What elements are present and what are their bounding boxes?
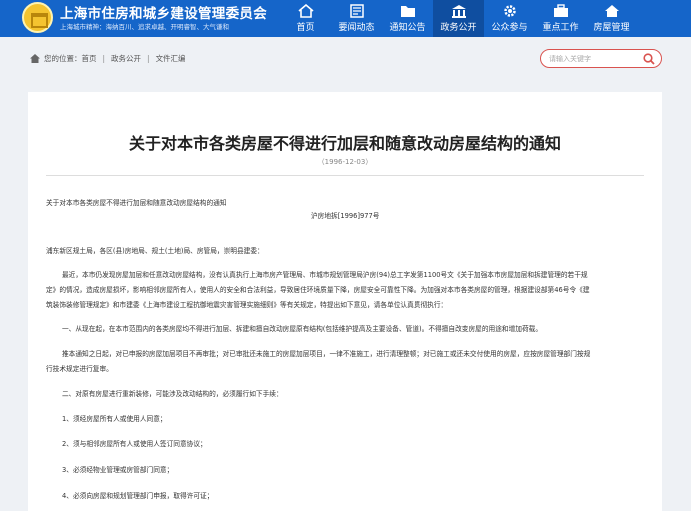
nav-item-label: 重点工作 [542,23,579,33]
nav-item-label: 要闻动态 [338,23,375,33]
breadcrumb-link-home[interactable]: 首页 [82,53,97,64]
breadcrumb: 您的位置： 首页 | 政务公开 | 文件汇编 [30,48,186,68]
list-item: 3、必须经物业管理或房管部门同意； [62,466,174,474]
search-box[interactable]: 请输入关键字 [540,49,662,68]
document-number: 沪房地拆[1996]977号 [311,212,380,220]
site-header: 上海市住房和城乡建设管理委员会 上海城市精神：海纳百川、追求卓越、开明睿智、大气… [0,0,691,37]
home-icon [297,4,314,18]
nav-item-home[interactable]: 首页 [280,0,331,37]
paragraph-line: 行技术规定进行复审。 [46,365,113,373]
search-icon[interactable] [643,53,655,65]
nav-item-label: 政务公开 [440,23,477,33]
home-icon [30,53,40,63]
document-heading: 关于对本市各类房屋不得进行加层和随意改动房屋结构的通知 [46,199,227,207]
list-item: 1、须经房屋所有人或使用人同意； [62,415,167,423]
paragraph-line: 二、对原有房屋进行重新装修，可能涉及改动结构的，必须履行如下手续： [62,390,283,398]
breadcrumb-link-government-affairs[interactable]: 政务公开 [111,53,141,64]
nav-item-label: 通知公告 [389,23,426,33]
document-addressee: 浦东新区规土局，各区(县)房地局、规土(土地)局、房管局，崇明县建委： [46,247,264,255]
briefcase-icon [553,4,568,17]
nav-item-housing-management[interactable]: 房屋管理 [586,0,637,37]
house-icon [604,5,619,17]
nav-item-news[interactable]: 要闻动态 [331,0,382,37]
paragraph-line: 定》的情况，造成房屋损坏，影响相邻房屋所有人，使用人的安全和合法利益，导致居住环… [46,286,590,294]
document-title: 关于对本市各类房屋不得进行加层和随意改动房屋结构的通知 [128,134,561,153]
nav-item-label: 首页 [296,23,315,33]
document-panel: 关于对本市各类房屋不得进行加层和随意改动房屋结构的通知 （1996-12-03）… [28,92,662,511]
nav-item-notices[interactable]: 通知公告 [382,0,433,37]
gear-icon [503,5,516,17]
emblem-logo[interactable] [22,2,53,33]
paragraph-line: 一、从现在起，在本市范围内的各类房屋均不得进行加层、拆建和擅自改动房屋原有结构(… [62,325,543,333]
newspaper-icon [349,4,364,18]
nav-item-label: 房屋管理 [593,23,630,33]
main-nav: 首页 要闻动态 通知公告 政务公开 公众参与 重点工作 房屋管理 [280,0,637,37]
site-slogan: 上海城市精神：海纳百川、追求卓越、开明睿智、大气谦和 [60,23,229,31]
nav-item-public-participation[interactable]: 公众参与 [484,0,535,37]
building-icon [451,5,466,18]
breadcrumb-prefix: 您的位置： [44,53,82,63]
paragraph-line: 筑装饰装修管理规定》和市建委《上海市建设工程抗御地震灾害管理实施细则》等有关规定… [46,301,448,309]
nav-item-government-affairs[interactable]: 政务公开 [433,0,484,37]
nav-item-key-work[interactable]: 重点工作 [535,0,586,37]
list-item: 2、须与相邻房屋所有人或使用人签订同意协议； [62,440,207,448]
paragraph-line: 最近，本市仍发现房屋加层和任意改动房屋结构，没有认真执行上海市房产管理局、市城市… [62,271,588,279]
site-title[interactable]: 上海市住房和城乡建设管理委员会 [60,2,267,22]
folder-icon [400,6,415,17]
list-item: 4、必须向房屋和规划管理部门申报，取得许可证； [62,492,214,500]
paragraph-line: 推本通知之日起，对已申报的房屋加层项目不再审批；对已审批还未施工的房屋加层项目，… [62,350,591,358]
document-date: （1996-12-03） [317,158,373,166]
nav-item-label: 公众参与 [491,23,528,33]
search-input[interactable]: 请输入关键字 [549,54,591,64]
breadcrumb-link-document-collection[interactable]: 文件汇编 [156,53,186,64]
breadcrumb-separator: | [102,53,106,63]
divider [46,175,644,176]
breadcrumb-separator: | [147,53,150,63]
